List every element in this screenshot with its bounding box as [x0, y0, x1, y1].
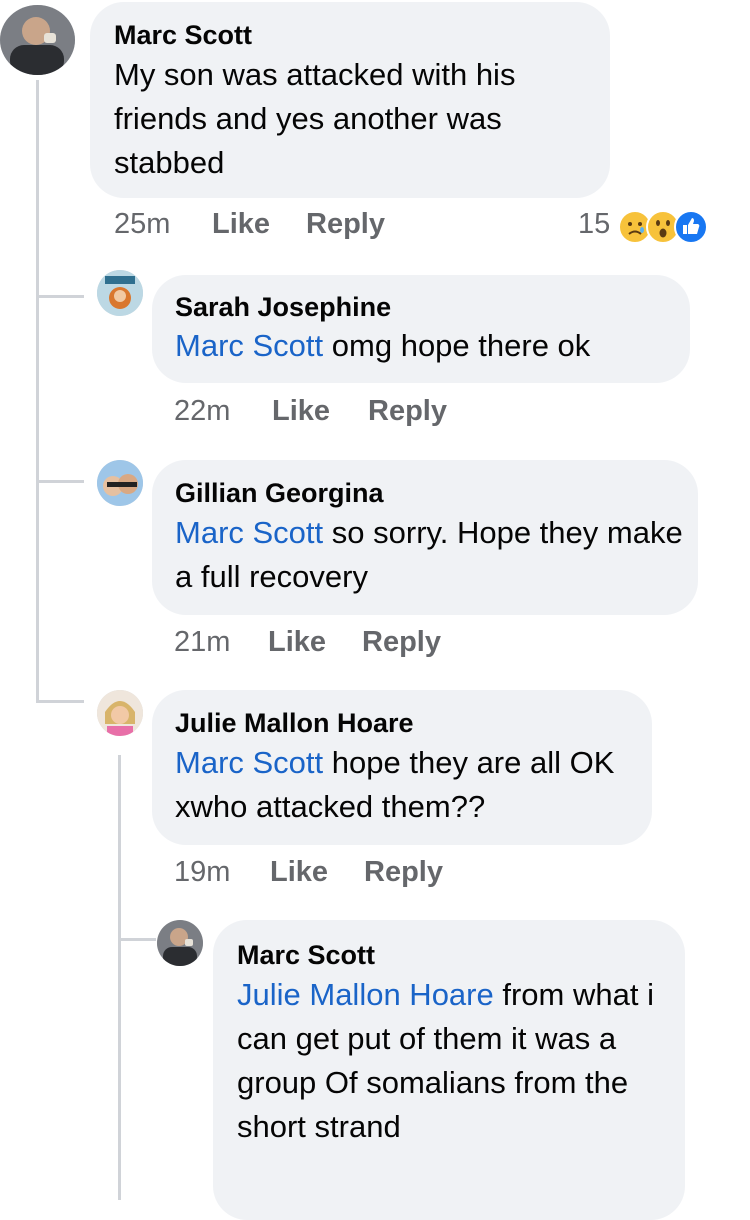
timestamp: 25m	[114, 208, 171, 240]
like-button[interactable]: Like	[272, 395, 330, 428]
comment-bubble: Gillian Georgina Marc Scott so sorry. Ho…	[152, 460, 698, 615]
comment-text: My son was attacked with his friends and…	[114, 57, 516, 180]
thread-branch-3	[36, 700, 84, 703]
reply-button[interactable]: Reply	[364, 856, 443, 889]
author-name[interactable]: Gillian Georgina	[175, 478, 698, 509]
avatar[interactable]	[97, 270, 143, 316]
like-thumb-icon	[674, 210, 708, 244]
like-button[interactable]: Like	[268, 626, 326, 659]
avatar[interactable]	[97, 690, 143, 736]
comment-actions: 22m Like Reply	[0, 395, 750, 435]
reaction-count[interactable]: 15	[578, 208, 610, 241]
timestamp: 21m	[174, 626, 231, 658]
thread-branch-4	[118, 938, 156, 941]
comment-bubble: Julie Mallon Hoare Marc Scott hope they …	[152, 690, 652, 845]
reply-button[interactable]: Reply	[306, 208, 385, 241]
like-button[interactable]: Like	[212, 208, 270, 241]
author-name[interactable]: Sarah Josephine	[175, 292, 690, 323]
mention-link[interactable]: Marc Scott	[175, 515, 323, 550]
comment-actions: 21m Like Reply	[0, 626, 750, 666]
comment-bubble: Marc Scott Julie Mallon Hoare from what …	[213, 920, 685, 1220]
reply-button[interactable]: Reply	[362, 626, 441, 659]
avatar[interactable]	[157, 920, 203, 966]
comment-bubble: Sarah Josephine Marc Scott omg hope ther…	[152, 275, 690, 383]
timestamp: 19m	[174, 856, 231, 888]
thread-branch-1	[36, 295, 84, 298]
mention-link[interactable]: Julie Mallon Hoare	[237, 977, 494, 1012]
author-name[interactable]: Julie Mallon Hoare	[175, 708, 652, 739]
comment-text: Marc Scott so sorry. Hope they make a fu…	[175, 515, 683, 594]
reply-button[interactable]: Reply	[368, 395, 447, 428]
comment-text: Marc Scott hope they are all OK xwho att…	[175, 745, 615, 824]
comment-bubble: Marc Scott My son was attacked with his …	[90, 2, 610, 198]
comment-text: Marc Scott omg hope there ok	[175, 328, 591, 363]
comment-actions: 19m Like Reply	[0, 856, 750, 896]
author-name[interactable]: Marc Scott	[237, 940, 685, 971]
reaction-icons[interactable]	[618, 208, 718, 244]
author-name[interactable]: Marc Scott	[114, 20, 610, 51]
thread-branch-2	[36, 480, 84, 483]
like-button[interactable]: Like	[270, 856, 328, 889]
thread-line-sub	[118, 755, 121, 1200]
avatar[interactable]	[97, 460, 143, 506]
thread-line-main	[36, 80, 39, 700]
timestamp: 22m	[174, 395, 231, 427]
mention-link[interactable]: Marc Scott	[175, 745, 323, 780]
mention-link[interactable]: Marc Scott	[175, 328, 323, 363]
avatar[interactable]	[0, 5, 75, 75]
comment-text: Julie Mallon Hoare from what i can get p…	[237, 977, 654, 1144]
